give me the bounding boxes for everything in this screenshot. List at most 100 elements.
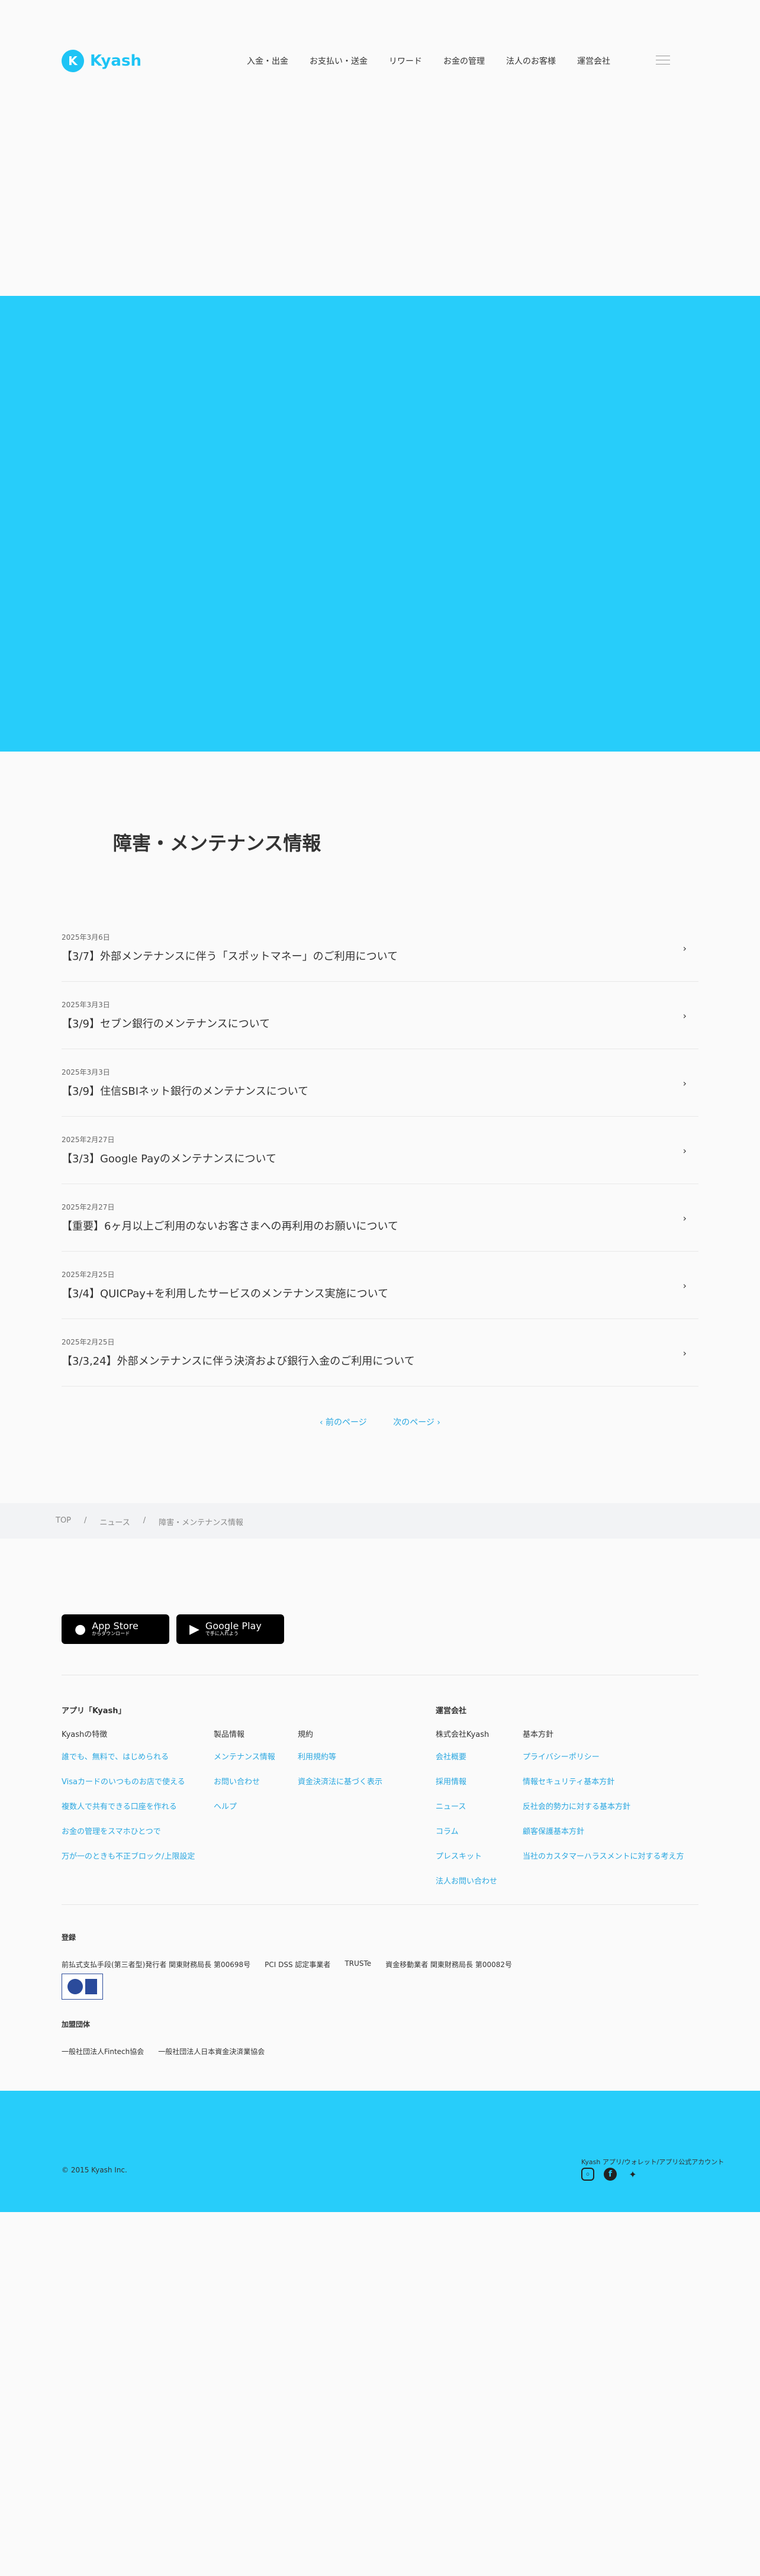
registration-item: TRUSTe — [344, 1959, 372, 1968]
footer-features-list: 誰でも、無料で、はじめられる Visaカードのいつものお店で使える 複数人で共有… — [62, 1750, 195, 1875]
footer-company-heading: 運営会社 — [436, 1707, 467, 1716]
footer-products-list: メンテナンス情報 お問い合わせ ヘルプ — [214, 1750, 275, 1825]
page-title: 障害・メンテナンス情報 — [113, 832, 321, 855]
footer-link[interactable]: プライバシーポリシー — [523, 1750, 684, 1762]
news-date: 2025年2月25日 — [62, 1271, 115, 1279]
news-title[interactable]: 【重要】6ヶ月以上ご利用のないお客さまへの再利用のお願いについて — [62, 1218, 698, 1233]
breadcrumb-top[interactable]: TOP — [56, 1516, 71, 1527]
footer-link[interactable]: 万が一のときも不正ブロック/上限設定 — [62, 1850, 195, 1861]
chevron-right-icon: › — [682, 1280, 687, 1291]
chevron-right-icon: › — [682, 943, 687, 954]
prev-page-link[interactable]: ‹ 前のページ — [320, 1418, 367, 1427]
member-org-item[interactable]: 一般社団法人日本資金決済業協会 — [158, 2046, 265, 2056]
footer-link[interactable]: 資金決済法に基づく表示 — [298, 1775, 382, 1787]
footer-link[interactable]: 法人お問い合わせ — [436, 1875, 497, 1886]
footer-link[interactable]: 顧客保護基本方針 — [523, 1825, 684, 1836]
chevron-right-icon: › — [682, 1213, 687, 1224]
breadcrumb: TOP / ニュース / 障害・メンテナンス情報 — [56, 1516, 243, 1527]
breadcrumb-separator: / — [143, 1516, 146, 1525]
registration-item: PCI DSS 認定事業者 — [265, 1961, 331, 1969]
news-title[interactable]: 【3/4】QUICPay+を利用したサービスのメンテナンス実施について — [62, 1285, 698, 1301]
store-badges: ● App Store からダウンロード ▶ Google Play で手に入れ… — [62, 1614, 284, 1644]
nav-item-reward[interactable]: リワード — [389, 55, 422, 67]
hero-banner — [0, 296, 760, 752]
breadcrumb-separator: / — [84, 1516, 87, 1525]
registration-list: 前払式支払手段(第三者型)発行者 関東財務局長 第00698号 PCI DSS … — [62, 1959, 512, 1969]
footer-link[interactable]: ヘルプ — [214, 1800, 275, 1811]
news-item[interactable]: 2025年3月6日 【3/7】外部メンテナンスに伴う「スポットマネー」のご利用に… — [62, 914, 698, 982]
next-page-link[interactable]: 次のページ › — [393, 1418, 440, 1427]
footer-link[interactable]: 会社概要 — [436, 1750, 497, 1762]
news-item[interactable]: 2025年2月27日 【重要】6ヶ月以上ご利用のないお客さまへの再利用のお願いに… — [62, 1184, 698, 1252]
social-links: ◦ f ✦ — [581, 2168, 639, 2181]
footer-policy-list: プライバシーポリシー 情報セキュリティ基本方針 反社会的勢力に対する基本方針 顧… — [523, 1750, 684, 1875]
news-item[interactable]: 2025年3月3日 【3/9】セブン銀行のメンテナンスについて › — [62, 982, 698, 1049]
nav-item-payment[interactable]: お支払い・送金 — [310, 55, 368, 67]
site-header: K Kyash 入金・出金 お支払い・送金 リワード お金の管理 法人のお客様 … — [0, 0, 760, 124]
news-date: 2025年2月27日 — [62, 1136, 115, 1144]
kyash-logo[interactable]: K Kyash — [62, 50, 141, 72]
footer-link[interactable]: 情報セキュリティ基本方針 — [523, 1775, 684, 1787]
news-title[interactable]: 【3/3,24】外部メンテナンスに伴う決済および銀行入金のご利用について — [62, 1353, 698, 1368]
footer-company-subheading: 株式会社Kyash — [436, 1730, 490, 1739]
news-list: 2025年3月6日 【3/7】外部メンテナンスに伴う「スポットマネー」のご利用に… — [62, 914, 698, 1387]
facebook-icon[interactable]: f — [604, 2168, 617, 2181]
nav-item-deposit[interactable]: 入金・出金 — [247, 55, 288, 67]
news-title[interactable]: 【3/7】外部メンテナンスに伴う「スポットマネー」のご利用について — [62, 948, 698, 963]
footer-divider — [62, 1904, 698, 1905]
news-title[interactable]: 【3/9】セブン銀行のメンテナンスについて — [62, 1015, 698, 1031]
nav-item-money-management[interactable]: お金の管理 — [443, 55, 485, 67]
member-org-list: 一般社団法人Fintech協会 一般社団法人日本資金決済業協会 — [62, 2046, 265, 2056]
footer-link[interactable]: 採用情報 — [436, 1775, 497, 1787]
kyash-logo-icon: K — [62, 50, 84, 72]
news-date: 2025年3月6日 — [62, 933, 110, 942]
breadcrumb-current: 障害・メンテナンス情報 — [159, 1518, 243, 1527]
twitter-icon[interactable]: ✦ — [626, 2168, 639, 2181]
app-store-badge[interactable]: ● App Store からダウンロード — [62, 1614, 169, 1644]
footer-features-heading: Kyashの特徴 — [62, 1730, 108, 1739]
member-org-heading: 加盟団体 — [62, 2020, 91, 2029]
footer-link[interactable]: Visaカードのいつものお店で使える — [62, 1775, 195, 1787]
breadcrumb-bar: TOP / ニュース / 障害・メンテナンス情報 — [0, 1503, 760, 1539]
registration-item: 資金移動業者 関東財務局長 第00082号 — [385, 1961, 512, 1969]
news-title[interactable]: 【3/3】Google Payのメンテナンスについて — [62, 1150, 698, 1166]
breadcrumb-news[interactable]: ニュース — [99, 1516, 130, 1527]
main-nav: 入金・出金 お支払い・送金 リワード お金の管理 法人のお客様 運営会社 — [247, 55, 632, 67]
app-store-sublabel: からダウンロード — [92, 1631, 130, 1637]
news-date: 2025年2月27日 — [62, 1203, 115, 1211]
footer-link[interactable]: 当社のカスタマーハラスメントに対する考え方 — [523, 1850, 684, 1861]
footer-link[interactable]: 複数人で共有できる口座を作れる — [62, 1800, 195, 1811]
footer-link[interactable]: お問い合わせ — [214, 1775, 275, 1787]
news-title[interactable]: 【3/9】住信SBIネット銀行のメンテナンスについて — [62, 1083, 698, 1098]
footer-terms-heading: 規約 — [298, 1730, 314, 1739]
footer-company-list: 会社概要 採用情報 ニュース コラム プレスキット 法人お問い合わせ — [436, 1750, 497, 1900]
hamburger-menu-icon[interactable] — [656, 56, 670, 65]
chevron-right-icon: › — [682, 1347, 687, 1359]
nav-item-company[interactable]: 運営会社 — [577, 55, 610, 67]
chevron-right-icon: › — [682, 1145, 687, 1156]
instagram-icon[interactable]: ◦ — [581, 2168, 594, 2181]
app-store-label: App Store — [92, 1620, 139, 1632]
member-org-item[interactable]: 一般社団法人Fintech協会 — [62, 2046, 144, 2056]
google-play-badge[interactable]: ▶ Google Play で手に入れよう — [176, 1614, 284, 1644]
nav-item-business[interactable]: 法人のお客様 — [506, 55, 556, 67]
footer-terms-list: 利用規約等 資金決済法に基づく表示 — [298, 1750, 382, 1800]
registration-heading: 登録 — [62, 1933, 76, 1942]
footer-link[interactable]: 誰でも、無料で、はじめられる — [62, 1750, 195, 1762]
news-item[interactable]: 2025年2月27日 【3/3】Google Payのメンテナンスについて › — [62, 1117, 698, 1184]
google-play-sublabel: で手に入れよう — [205, 1631, 239, 1637]
footer-link[interactable]: コラム — [436, 1825, 497, 1836]
chevron-right-icon: › — [682, 1078, 687, 1089]
footer-link[interactable]: 反社会的勢力に対する基本方針 — [523, 1800, 684, 1811]
footer-link[interactable]: 利用規約等 — [298, 1750, 382, 1762]
footer-link[interactable]: プレスキット — [436, 1850, 497, 1861]
footer-link[interactable]: メンテナンス情報 — [214, 1750, 275, 1762]
google-play-icon: ▶ — [189, 1621, 199, 1637]
news-item[interactable]: 2025年2月25日 【3/3,24】外部メンテナンスに伴う決済および銀行入金の… — [62, 1319, 698, 1387]
news-item[interactable]: 2025年3月3日 【3/9】住信SBIネット銀行のメンテナンスについて › — [62, 1049, 698, 1117]
registration-item: 前払式支払手段(第三者型)発行者 関東財務局長 第00698号 — [62, 1961, 251, 1969]
footer-link[interactable]: お金の管理をスマホひとつで — [62, 1825, 195, 1836]
chevron-right-icon: › — [682, 1010, 687, 1021]
news-item[interactable]: 2025年2月25日 【3/4】QUICPay+を利用したサービスのメンテナンス… — [62, 1252, 698, 1319]
footer-link[interactable]: ニュース — [436, 1800, 497, 1811]
